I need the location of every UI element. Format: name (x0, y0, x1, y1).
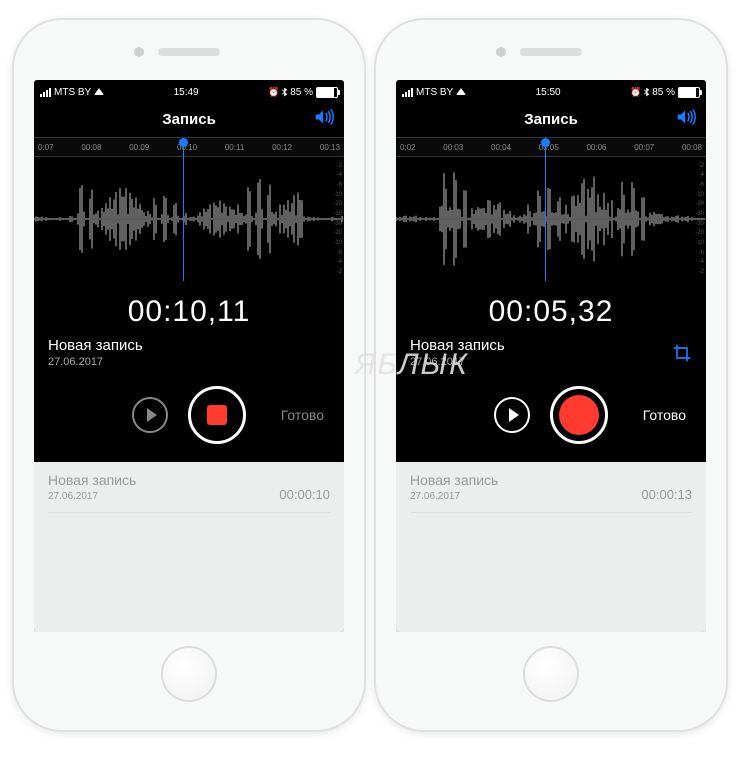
recording-title: Новая запись (410, 337, 505, 354)
home-button[interactable] (523, 646, 579, 702)
clock: 15:49 (174, 87, 199, 98)
ruler-tick: 00:13 (320, 143, 340, 152)
wifi-icon (94, 87, 104, 98)
ruler-tick: 00:03 (443, 143, 463, 152)
ruler-tick: 0:07 (38, 143, 54, 152)
recordings-list: Новая запись 27.06.2017 00:00:13 (396, 462, 706, 632)
nav-title: Запись (162, 111, 216, 128)
record-button[interactable] (550, 386, 608, 444)
waveform[interactable]: -2-4-6-10-20-30-30-20-10-6-4-2 (34, 157, 344, 281)
controls: Готово (34, 372, 344, 462)
signal-icon (402, 88, 413, 97)
recording-title: Новая запись (48, 337, 143, 354)
recording-meta: Новая запись 27.06.2017 (396, 337, 706, 372)
recording-date: 27.06.2017 (48, 356, 143, 368)
phone-camera (134, 47, 144, 57)
recording-meta: Новая запись 27.06.2017 (34, 337, 344, 372)
ruler-tick: 00:06 (586, 143, 606, 152)
wifi-icon (456, 87, 466, 98)
ruler-tick: 00:12 (272, 143, 292, 152)
ruler-tick: 00:11 (225, 143, 244, 152)
status-bar: MTS BY 15:49 85 % (34, 80, 344, 101)
nav-title: Запись (524, 111, 578, 128)
battery-icon (678, 87, 700, 98)
signal-icon (40, 88, 51, 97)
crop-icon (672, 343, 692, 363)
ruler-tick: 00:04 (491, 143, 511, 152)
time-ruler[interactable]: 0:0200:0300:0400:0500:0600:0700:08 (396, 137, 706, 157)
list-item-title: Новая запись (48, 472, 136, 488)
recording-date: 27.06.2017 (410, 356, 505, 368)
status-bar: MTS BY 15:50 85 % (396, 80, 706, 101)
battery-icon (316, 87, 338, 98)
battery-pct: 85 % (290, 87, 313, 98)
done-button[interactable]: Готово (643, 407, 686, 423)
playhead[interactable] (183, 139, 184, 281)
phone-speaker (520, 48, 582, 56)
speaker-button[interactable] (676, 108, 696, 130)
ruler-tick: 00:07 (634, 143, 654, 152)
ruler-tick: 00:08 (81, 143, 101, 152)
phone-camera (496, 47, 506, 57)
time-ruler[interactable]: 0:0700:0800:0900:1000:1100:1200:13 (34, 137, 344, 157)
done-button[interactable]: Готово (281, 407, 324, 423)
carrier: MTS BY (416, 87, 453, 98)
phone-left: MTS BY 15:49 85 % Запись 0:07 00:08 00:09 0… (14, 20, 364, 730)
alarm-icon (630, 87, 641, 98)
waveform-svg (34, 157, 344, 281)
playhead[interactable] (545, 139, 546, 281)
home-button[interactable] (161, 646, 217, 702)
speaker-icon (314, 108, 334, 126)
bluetooth-icon (282, 88, 287, 97)
screen: MTS BY 15:49 85 % Запись 0:07 00:08 00:09 0… (34, 80, 344, 632)
list-item-date: 27.06.2017 (48, 491, 136, 502)
screen: MTS BY 15:50 85 % Запись 0:02 00:03 00:04 0… (396, 80, 706, 632)
speaker-button[interactable] (314, 108, 334, 130)
list-item[interactable]: Новая запись 27.06.2017 00:00:13 (410, 472, 692, 513)
record-button[interactable] (188, 386, 246, 444)
list-item-duration: 00:00:13 (641, 487, 692, 502)
ruler-tick: 00:08 (682, 143, 702, 152)
ruler-tick: 00:09 (129, 143, 149, 152)
db-scale: -2-4-6-10-20-30-30-20-10-6-4-2 (324, 157, 342, 281)
phone-right: MTS BY 15:50 85 % Запись 0:02 00:03 00:04 0… (376, 20, 726, 730)
play-button[interactable] (494, 397, 530, 433)
list-item-title: Новая запись (410, 472, 498, 488)
clock: 15:50 (536, 87, 561, 98)
ruler-tick: 0:02 (400, 143, 416, 152)
nav-bar: Запись (396, 101, 706, 137)
alarm-icon (268, 87, 279, 98)
trim-button[interactable] (672, 343, 692, 368)
controls: Готово (396, 372, 706, 462)
bluetooth-icon (644, 88, 649, 97)
list-item-duration: 00:00:10 (279, 487, 330, 502)
recordings-list: Новая запись 27.06.2017 00:00:10 (34, 462, 344, 632)
nav-bar: Запись (34, 101, 344, 137)
db-scale: -2-4-6-10-20-30-30-20-10-6-4-2 (686, 157, 704, 281)
carrier: MTS BY (54, 87, 91, 98)
phone-speaker (158, 48, 220, 56)
play-button[interactable] (132, 397, 168, 433)
timer: 00:10,11 (34, 281, 344, 337)
waveform[interactable]: -2-4-6-10-20-30-30-20-10-6-4-2 (396, 157, 706, 281)
waveform-svg (396, 157, 706, 281)
speaker-icon (676, 108, 696, 126)
timer: 00:05,32 (396, 281, 706, 337)
battery-pct: 85 % (652, 87, 675, 98)
list-item-date: 27.06.2017 (410, 491, 498, 502)
list-item[interactable]: Новая запись 27.06.2017 00:00:10 (48, 472, 330, 513)
